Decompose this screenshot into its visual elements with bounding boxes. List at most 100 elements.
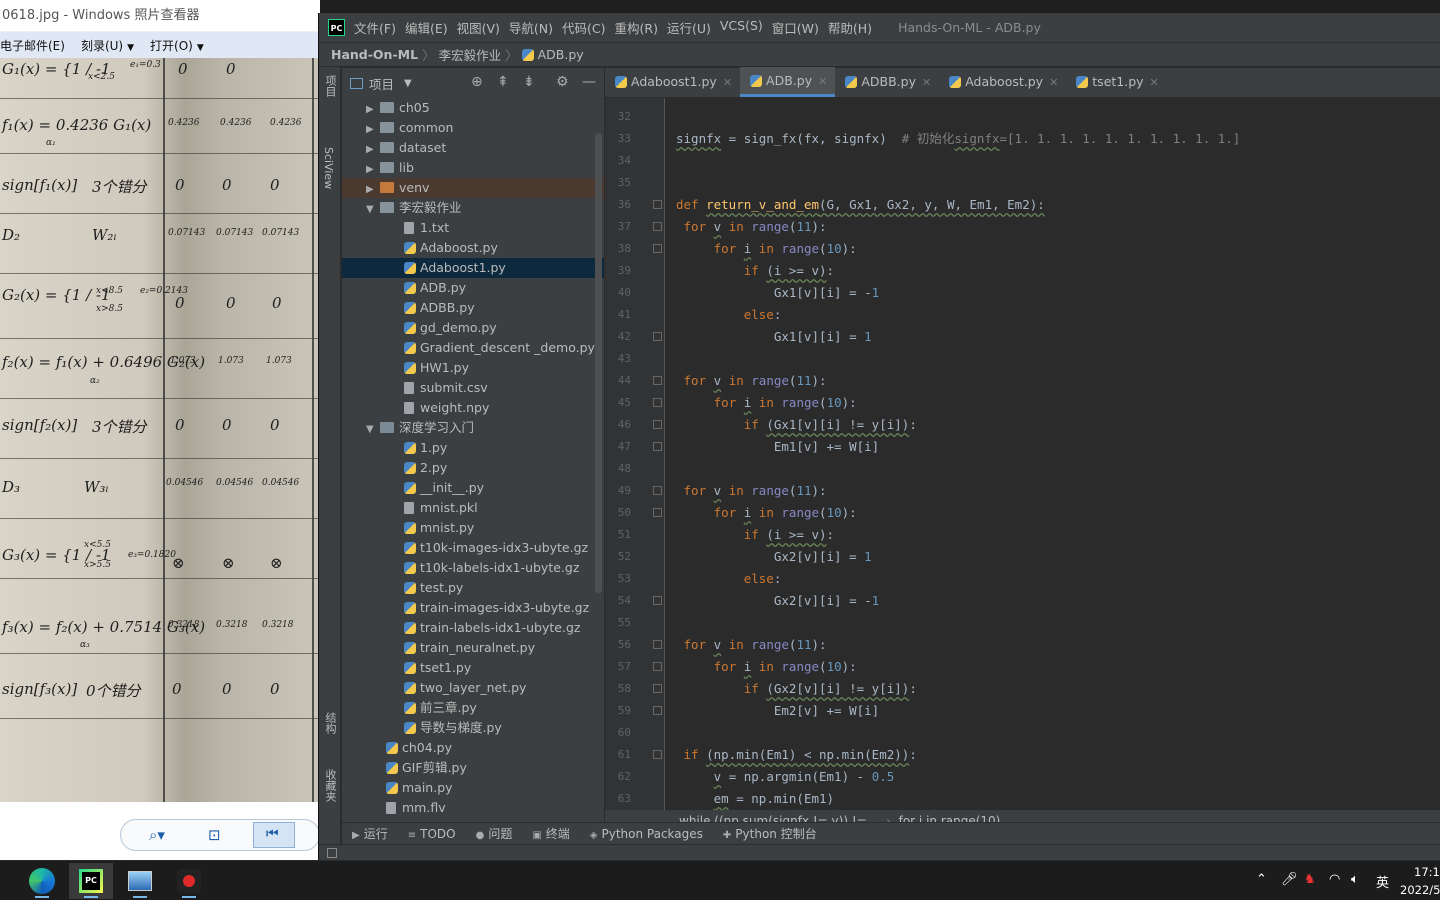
hide-panel-icon[interactable]: — [582, 74, 596, 90]
fold-marker-icon[interactable] [653, 706, 662, 715]
fold-marker-icon[interactable] [653, 244, 662, 253]
tree-item[interactable]: HW1.py [342, 358, 604, 378]
code-line[interactable]: Em1[v] += W[i] [676, 436, 879, 458]
bottom-tool-button[interactable]: ◈ Python Packages [590, 827, 703, 841]
expand-all-icon[interactable]: ⇞ [497, 74, 509, 90]
menu-item[interactable]: VCS(S) [720, 18, 763, 37]
code-line[interactable]: if (Gx1[v][i] != y[i]): [676, 414, 917, 436]
tree-item[interactable]: Gradient_descent _demo.py [342, 338, 604, 358]
tree-item[interactable]: Adaboost.py [342, 238, 604, 258]
photo-menu-item[interactable]: 打开(O) ▼ [150, 37, 204, 54]
fold-marker-icon[interactable] [653, 486, 662, 495]
tree-item[interactable]: t10k-labels-idx1-ubyte.gz [342, 558, 604, 578]
menu-item[interactable]: 运行(U) [667, 18, 711, 37]
tree-item[interactable]: ▶ common [342, 118, 604, 138]
tool-tab-project[interactable]: 项目 [322, 75, 338, 97]
menu-item[interactable]: 导航(N) [509, 18, 553, 37]
chevron-right-icon[interactable]: ▶ [366, 160, 380, 180]
tree-item[interactable]: train-images-idx3-ubyte.gz [342, 598, 604, 618]
edge-icon[interactable] [20, 863, 64, 899]
code-line[interactable]: for i in range(10): [676, 502, 857, 524]
fold-marker-icon[interactable] [653, 222, 662, 231]
code-line[interactable]: em = np.min(Em1) [676, 788, 834, 810]
tree-item[interactable]: ▶ venv [342, 178, 604, 198]
menu-item[interactable]: 代码(C) [562, 18, 605, 37]
fold-marker-icon[interactable] [653, 596, 662, 605]
code-line[interactable]: Gx1[v][i] = -1 [676, 282, 879, 304]
actual-size-icon[interactable]: ⊡ [208, 826, 221, 844]
fold-marker-icon[interactable] [653, 640, 662, 649]
tree-item[interactable]: gd_demo.py [342, 318, 604, 338]
editor-tab[interactable]: Adaboost.py ✕ [939, 67, 1066, 97]
code-line[interactable]: Gx2[v][i] = -1 [676, 590, 879, 612]
chevron-down-icon[interactable]: ▼ [366, 200, 380, 220]
code-line[interactable]: if (np.min(Em1) < np.min(Em2)): [676, 744, 917, 766]
tool-tab-structure[interactable]: 结构 [322, 712, 338, 734]
chevron-down-icon[interactable]: ▼ [404, 78, 412, 89]
tree-item[interactable]: submit.csv [342, 378, 604, 398]
clock[interactable]: 17:1 2022/5 [1400, 863, 1440, 899]
photo-menu-item[interactable]: 电子邮件(E) [0, 37, 65, 54]
code-line[interactable]: for i in range(10): [676, 238, 857, 260]
tool-tab-favorites[interactable]: 收藏夹 [322, 769, 338, 802]
bottom-tool-button[interactable]: ▶ 运行 [352, 825, 388, 842]
tree-item[interactable]: main.py [342, 778, 604, 798]
editor-tab[interactable]: ADB.py ✕ [740, 67, 836, 97]
chevron-right-icon[interactable]: ▶ [366, 180, 380, 200]
fold-marker-icon[interactable] [653, 750, 662, 759]
tree-item[interactable]: mnist.py [342, 518, 604, 538]
microphone-icon[interactable]: 🎤︎ [1281, 872, 1298, 887]
bottom-tool-button[interactable]: ✚ Python 控制台 [723, 825, 817, 842]
chevron-right-icon[interactable]: ▶ [366, 100, 380, 120]
fold-marker-icon[interactable] [653, 332, 662, 341]
fold-marker-icon[interactable] [653, 398, 662, 407]
wifi-icon[interactable]: ◠ [1329, 872, 1340, 887]
tree-item[interactable]: tset1.py [342, 658, 604, 678]
editor-tab[interactable]: Adaboost1.py ✕ [605, 67, 740, 97]
tree-item[interactable]: mnist.pkl [342, 498, 604, 518]
close-icon[interactable]: ✕ [1049, 76, 1058, 89]
recorder-icon[interactable] [167, 863, 211, 899]
close-icon[interactable]: ✕ [922, 76, 931, 89]
fold-marker-icon[interactable] [653, 376, 662, 385]
code-line[interactable]: def return_v_and_em(G, Gx1, Gx2, y, W, E… [676, 194, 1045, 216]
fold-marker-icon[interactable] [653, 420, 662, 429]
tree-item[interactable]: weight.npy [342, 398, 604, 418]
tree-item[interactable]: ▼ 深度学习入门 [342, 418, 604, 438]
menu-item[interactable]: 窗口(W) [772, 18, 819, 37]
tree-item[interactable]: Adaboost1.py [342, 258, 604, 278]
tree-item[interactable]: ▶ lib [342, 158, 604, 178]
tree-item[interactable]: train_neuralnet.py [342, 638, 604, 658]
tree-item[interactable]: 前三章.py [342, 698, 604, 718]
code-line[interactable]: signfx = sign_fx(fx, signfx) # 初始化signfx… [676, 128, 1240, 150]
code-line[interactable]: for v in range(11): [676, 634, 827, 656]
tree-item[interactable]: ▼ 李宏毅作业 [342, 198, 604, 218]
menu-item[interactable]: 帮助(H) [828, 18, 872, 37]
code-line[interactable]: for i in range(10): [676, 392, 857, 414]
menu-item[interactable]: 视图(V) [457, 18, 500, 37]
tool-tab-sciview[interactable]: SciView [322, 147, 335, 189]
tree-item[interactable]: train-labels-idx1-ubyte.gz [342, 618, 604, 638]
tree-item[interactable]: ▶ ch05 [342, 98, 604, 118]
code-line[interactable]: if (i >= v): [676, 260, 834, 282]
bottom-tool-button[interactable]: ▣ 终端 [532, 825, 569, 842]
photos-icon[interactable] [118, 863, 162, 899]
code-line[interactable]: v = np.argmin(Em1) - 0.5 [676, 766, 895, 788]
breadcrumb-file[interactable]: ADB.py [538, 47, 584, 62]
chevron-right-icon[interactable]: ▶ [366, 140, 380, 160]
layout-toggle-icon[interactable] [327, 848, 337, 858]
close-icon[interactable]: ✕ [1150, 76, 1159, 89]
tree-item[interactable]: 导数与梯度.py [342, 718, 604, 738]
tree-item[interactable]: test.py [342, 578, 604, 598]
bottom-tool-button[interactable]: ≡ TODO [408, 827, 456, 841]
code-line[interactable]: for v in range(11): [676, 370, 827, 392]
tree-item[interactable]: ADBB.py [342, 298, 604, 318]
menu-item[interactable]: 编辑(E) [405, 18, 448, 37]
code-line[interactable]: for i in range(10): [676, 656, 857, 678]
tree-item[interactable]: GIF剪辑.py [342, 758, 604, 778]
breadcrumb-project[interactable]: Hand-On-ML [331, 47, 418, 62]
tree-item[interactable]: ADB.py [342, 278, 604, 298]
menu-item[interactable]: 重构(R) [615, 18, 658, 37]
bottom-tool-button[interactable]: ● 问题 [476, 825, 513, 842]
tree-item[interactable]: t10k-images-idx3-ubyte.gz [342, 538, 604, 558]
